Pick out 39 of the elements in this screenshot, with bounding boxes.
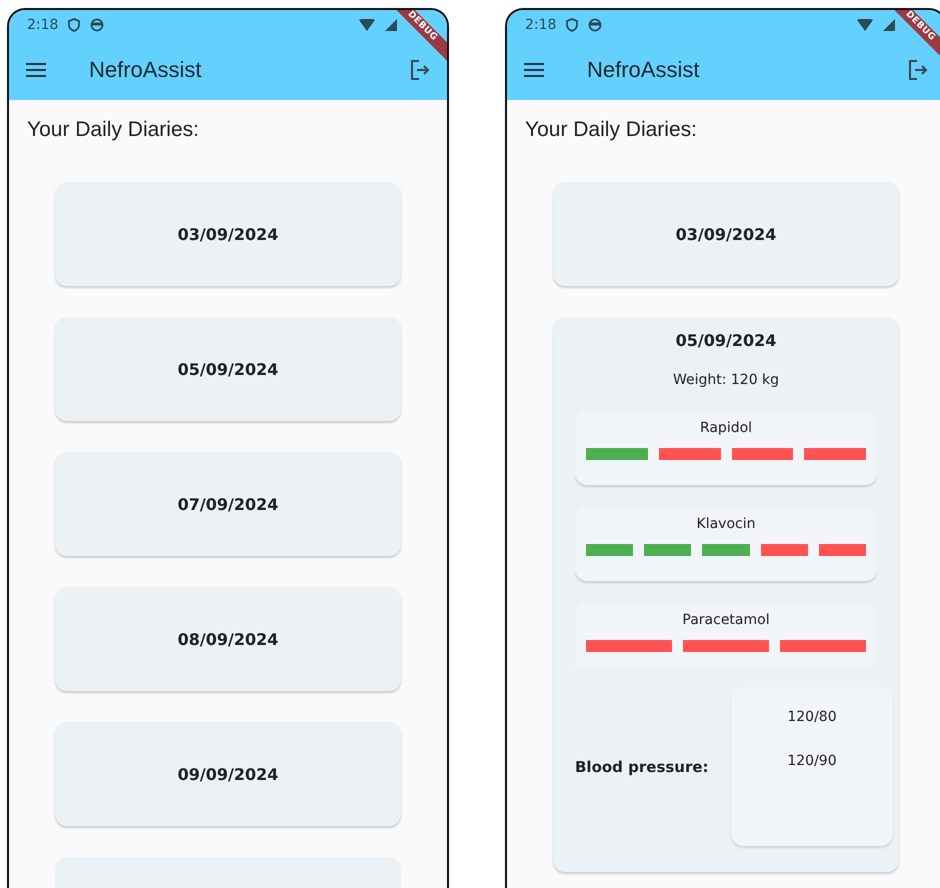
- diary-card[interactable]: 08/09/2024: [55, 587, 401, 691]
- diary-card[interactable]: 05/09/2024: [55, 317, 401, 421]
- blood-pressure-reading: 120/90: [787, 753, 837, 769]
- medication-name: Klavocin: [696, 516, 756, 532]
- page-heading: Your Daily Diaries:: [524, 117, 698, 142]
- menu-icon[interactable]: [523, 62, 545, 78]
- logout-icon[interactable]: [409, 59, 431, 81]
- diary-date: 08/09/2024: [178, 630, 278, 648]
- blood-pressure-label: Blood pressure:: [575, 758, 710, 776]
- signal-icon: [385, 19, 397, 31]
- diary-card[interactable]: 05/09/2024 Weight: 120 kg Rapidol Klavocin Paracetamol Blood pressure: 120/80 120/90: [553, 317, 899, 872]
- wifi-icon: [359, 19, 375, 31]
- diary-card[interactable]: 03/09/2024: [553, 182, 899, 286]
- circle-icon: [588, 18, 602, 32]
- diary-card[interactable]: 03/09/2024: [55, 182, 401, 286]
- medication-name: Paracetamol: [682, 612, 770, 628]
- status-time: 2:18: [525, 17, 556, 33]
- blood-pressure-reading: 120/80: [787, 709, 837, 725]
- diary-date: 07/09/2024: [178, 494, 278, 514]
- menu-icon[interactable]: [25, 62, 47, 78]
- diary-card[interactable]: 09/09/2024: [55, 722, 401, 826]
- page-heading: Your Daily Diaries:: [26, 117, 200, 142]
- weight-text: Weight: 120 kg: [672, 372, 780, 388]
- diary-date: 05/09/2024: [676, 331, 776, 350]
- app-title: NefroAssist: [89, 57, 202, 83]
- status-time: 2:18: [27, 17, 58, 33]
- medication-name: Rapidol: [700, 420, 752, 436]
- circle-icon: [90, 18, 104, 32]
- shield-icon: [566, 18, 578, 32]
- diary-date: 09/09/2024: [178, 764, 278, 784]
- diary-date: 03/09/2024: [178, 224, 278, 244]
- diary-date: 03/09/2024: [676, 224, 776, 244]
- shield-icon: [68, 18, 80, 32]
- wifi-icon: [857, 19, 873, 31]
- diary-card[interactable]: 07/09/2024: [55, 452, 401, 556]
- signal-icon: [883, 19, 895, 31]
- diary-date: 05/09/2024: [178, 360, 278, 378]
- app-title: NefroAssist: [587, 57, 700, 83]
- logout-icon[interactable]: [907, 59, 929, 81]
